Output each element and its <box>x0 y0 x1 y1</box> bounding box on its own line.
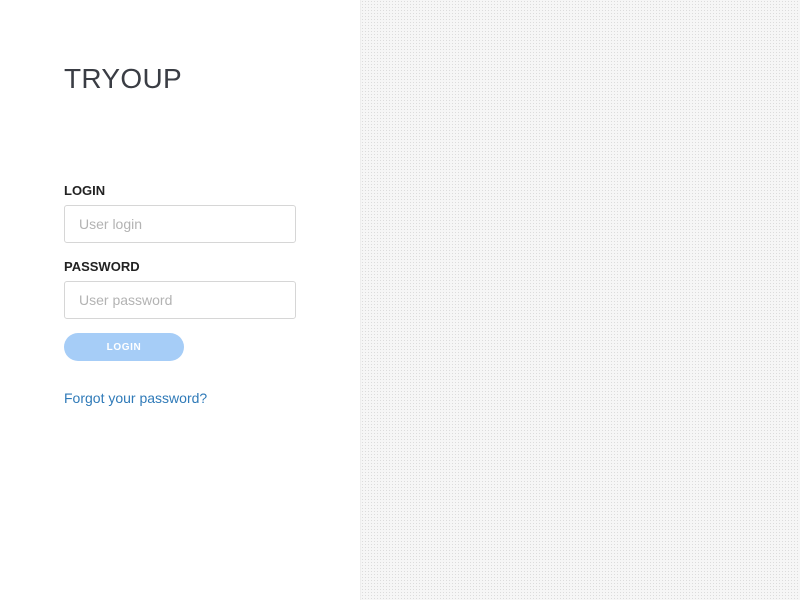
password-label: PASSWORD <box>64 259 140 274</box>
forgot-password-link[interactable]: Forgot your password? <box>64 390 207 406</box>
brand-logo: TRYOUP <box>64 63 182 94</box>
login-label: LOGIN <box>64 183 106 198</box>
login-input[interactable] <box>64 205 296 243</box>
login-button[interactable]: LOGIN <box>64 333 184 361</box>
login-page: TRYOUP LOGIN PASSWORD LOGIN Forgot your … <box>0 0 800 600</box>
password-input[interactable] <box>64 281 296 319</box>
background-pattern-panel <box>360 0 800 600</box>
login-panel: TRYOUP LOGIN PASSWORD LOGIN Forgot your … <box>0 0 360 600</box>
